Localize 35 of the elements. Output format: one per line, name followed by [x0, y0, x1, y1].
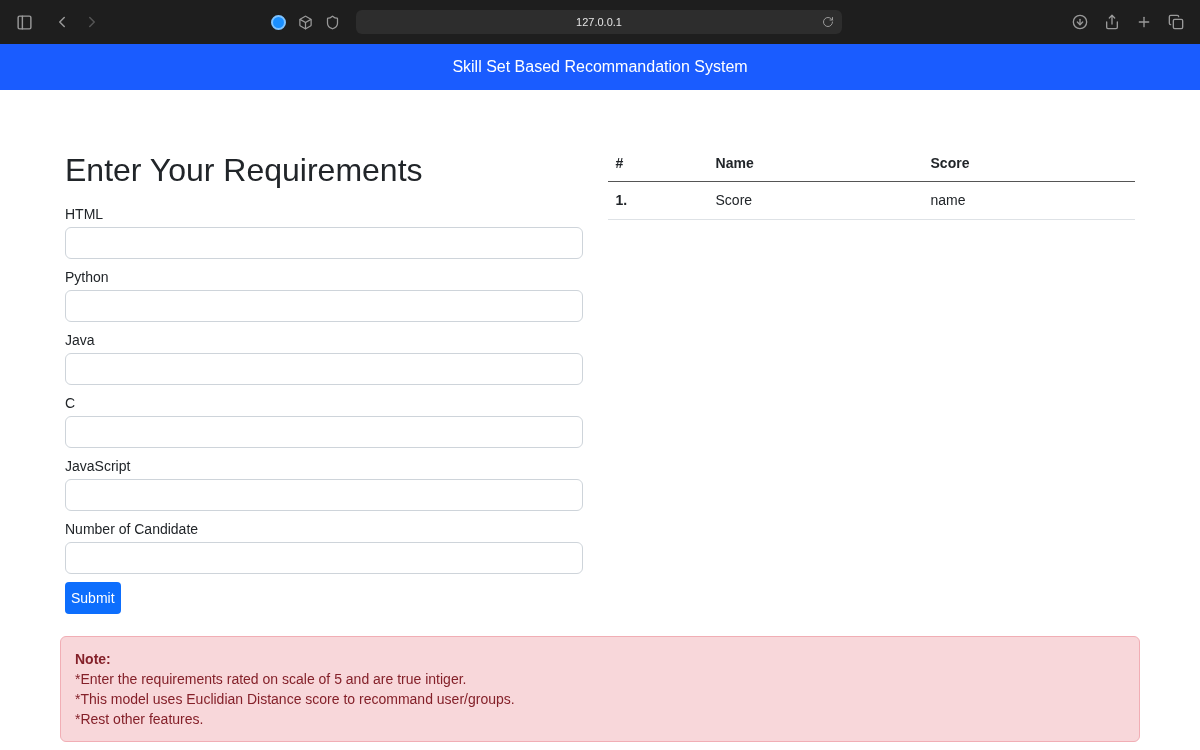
- input-field[interactable]: [65, 290, 583, 322]
- cube-icon[interactable]: [298, 14, 313, 30]
- input-field[interactable]: [65, 542, 583, 574]
- form-heading: Enter Your Requirements: [65, 151, 424, 190]
- field-label: Number of Candidate: [65, 520, 200, 539]
- share-icon[interactable]: [1104, 14, 1120, 30]
- shield-icon[interactable]: [325, 14, 340, 30]
- column-header: Name: [707, 146, 923, 182]
- field-label: Java: [65, 331, 96, 350]
- column-header: Score: [922, 146, 1135, 182]
- note-line: *This model uses Euclidian Distance score to recommand user/groups.: [75, 690, 516, 709]
- table-cell: 1.: [607, 181, 708, 220]
- field-label: HTML: [65, 205, 105, 224]
- input-field[interactable]: [65, 227, 583, 259]
- field-label: Python: [65, 268, 110, 287]
- input-field[interactable]: [65, 479, 583, 511]
- field-label: C: [65, 394, 77, 413]
- note-line: *Enter the requirements rated on scale of 5 and are true intiger.: [75, 670, 468, 689]
- column-header: #: [607, 146, 708, 182]
- address-bar[interactable]: 127.0.0.1: [356, 10, 842, 34]
- reload-icon[interactable]: [822, 16, 834, 28]
- note-title: Note:: [75, 650, 112, 669]
- field-label: JavaScript: [65, 457, 132, 476]
- submit-button[interactable]: Submit: [65, 582, 121, 614]
- note-line: *Rest other features.: [75, 710, 205, 729]
- extension-icon[interactable]: [271, 14, 286, 30]
- input-field[interactable]: [65, 353, 583, 385]
- tabs-icon[interactable]: [1168, 14, 1184, 30]
- sidebar-icon[interactable]: [16, 13, 33, 31]
- input-field[interactable]: [65, 416, 583, 448]
- download-icon[interactable]: [1072, 14, 1088, 30]
- table-cell: name: [922, 181, 1135, 220]
- navbar-title: Skill Set Based Recommandation System: [452, 57, 748, 77]
- table-cell: Score: [707, 181, 923, 220]
- new-tab-icon[interactable]: [1136, 14, 1152, 30]
